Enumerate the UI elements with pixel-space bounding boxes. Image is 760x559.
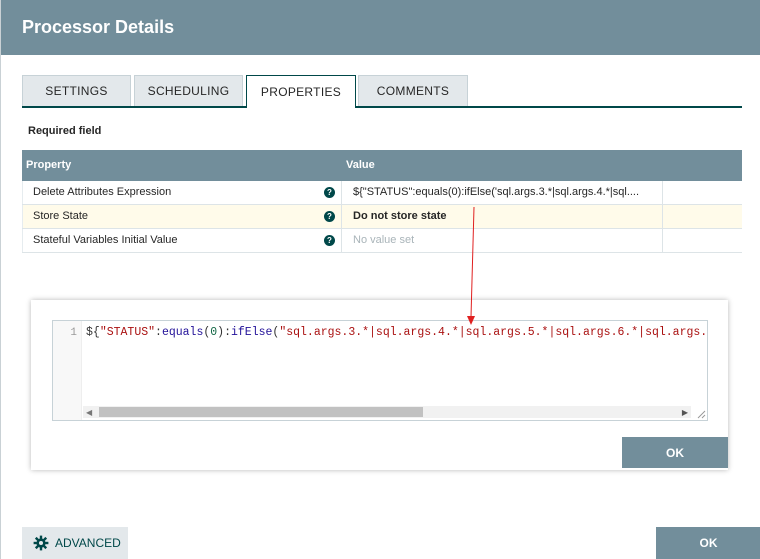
property-name: Delete Attributes Expression: [33, 186, 172, 198]
property-cell: Stateful Variables Initial Value ?: [22, 229, 342, 252]
tab-settings[interactable]: SETTINGS: [22, 75, 131, 106]
code-token: ${: [86, 326, 100, 339]
question-circle-icon[interactable]: ?: [324, 187, 335, 198]
value-cell[interactable]: ${"STATUS":equals(0):ifElse('sql.args.3.…: [343, 181, 663, 204]
property-name: Stateful Variables Initial Value: [33, 234, 178, 246]
tab-bar: SETTINGS SCHEDULING PROPERTIES COMMENTS: [22, 75, 742, 108]
value-editor-popup: 1 ${"STATUS":equals(0):ifElse("sql.args.…: [31, 300, 728, 470]
table-row[interactable]: Store State ? Do not store state: [22, 205, 742, 229]
horizontal-scrollbar[interactable]: ◀ ▶: [83, 406, 691, 418]
property-name: Store State: [33, 210, 89, 222]
editor-ok-button[interactable]: OK: [622, 437, 728, 468]
code-token: equals: [161, 326, 204, 339]
property-value: Do not store state: [353, 210, 447, 222]
property-value: No value set: [353, 234, 415, 246]
column-header-property: Property: [26, 159, 72, 171]
code-token: "STATUS": [99, 326, 156, 339]
value-cell[interactable]: Do not store state: [343, 205, 663, 228]
question-circle-icon[interactable]: ?: [324, 211, 335, 222]
scroll-right-icon[interactable]: ▶: [682, 408, 688, 417]
question-circle-icon[interactable]: ?: [324, 235, 335, 246]
code-token: ifElse: [230, 326, 273, 339]
line-gutter: 1: [53, 321, 82, 420]
tab-scheduling[interactable]: SCHEDULING: [134, 75, 243, 106]
property-cell: Store State ?: [22, 205, 342, 228]
code-token: "sql.args.3.*|sql.args.4.*|sql.args.5.*|…: [279, 326, 708, 339]
table-row[interactable]: Stateful Variables Initial Value ? No va…: [22, 229, 742, 253]
line-number: 1: [70, 327, 77, 339]
tab-comments[interactable]: COMMENTS: [358, 75, 468, 106]
table-row[interactable]: Delete Attributes Expression ? ${"STATUS…: [22, 181, 742, 205]
dialog-title: Processor Details: [22, 17, 175, 37]
value-cell[interactable]: No value set: [343, 229, 663, 252]
advanced-label: ADVANCED: [55, 536, 121, 550]
code-line[interactable]: ${"STATUS":equals(0):ifElse("sql.args.3.…: [86, 326, 708, 339]
table-header: Property Value: [22, 150, 742, 181]
tab-properties[interactable]: PROPERTIES: [246, 75, 356, 108]
gear-icon: [33, 535, 49, 551]
properties-table: Property Value Delete Attributes Express…: [22, 150, 742, 253]
code-token: ):: [217, 326, 231, 339]
dialog-header: Processor Details: [1, 0, 760, 55]
advanced-button[interactable]: ADVANCED: [22, 527, 128, 559]
required-field-label: Required field: [28, 125, 102, 137]
code-editor[interactable]: 1 ${"STATUS":equals(0):ifElse("sql.args.…: [52, 320, 708, 421]
dialog-ok-button[interactable]: OK: [656, 527, 760, 559]
property-value: ${"STATUS":equals(0):ifElse('sql.args.3.…: [353, 186, 640, 198]
processor-details-dialog: Processor Details SETTINGS SCHEDULING PR…: [0, 0, 760, 559]
column-header-value: Value: [346, 159, 375, 171]
scrollbar-thumb[interactable]: [99, 407, 423, 417]
scroll-left-icon[interactable]: ◀: [86, 408, 92, 417]
resize-handle-icon[interactable]: [696, 409, 706, 419]
code-token: :: [155, 326, 162, 339]
property-cell: Delete Attributes Expression ?: [22, 181, 342, 204]
